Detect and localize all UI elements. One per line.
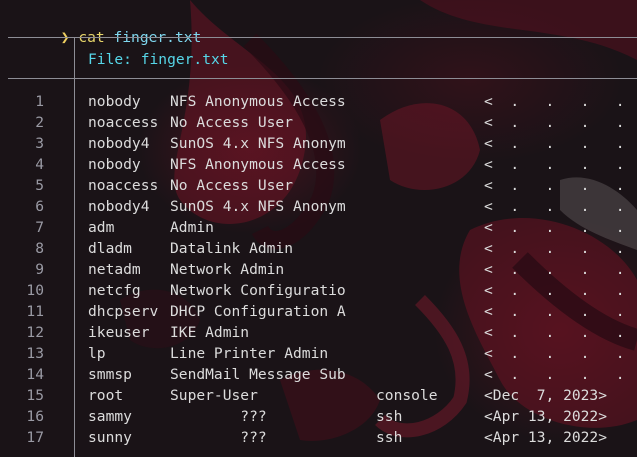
last-login: < . . . . . > [484,114,625,131]
login-name: lp [88,345,106,362]
line-number: 2 [35,114,44,131]
login-name: adm [88,219,115,236]
last-login: < . . . . . > [484,282,625,299]
full-name: No Access User [170,114,294,131]
full-name: Admin [170,219,214,236]
line-number: 14 [26,366,44,383]
file-line: 5 noaccess No Access User < . . . . . > [0,175,637,196]
file-line: 13 lp Line Printer Admin < . . . . . > [0,343,637,364]
last-login: < . . . . . > [484,345,625,362]
last-login: < . . . . . > [484,303,625,320]
file-line: 7 adm Admin < . . . . . > [0,217,637,238]
line-number: 11 [26,303,44,320]
file-line: 16 sammy ??? ssh <Apr 13, 2022> [0,406,637,427]
full-name: DHCP Configuration A [170,303,346,320]
login-name: nobody4 [88,135,150,152]
login-name: ikeuser [88,324,150,341]
tty-field: ssh [376,408,403,425]
line-number: 15 [26,387,44,404]
login-name: noaccess [88,177,159,194]
file-line: 9 netadm Network Admin < . . . . . > [0,259,637,280]
file-line: 17 sunny ??? ssh <Apr 13, 2022> [0,427,637,448]
full-name: Super-User [170,387,258,404]
full-name: NFS Anonymous Access [170,93,346,110]
last-login: < . . . . . > [484,240,625,257]
file-line: 2 noaccess No Access User < . . . . . > [0,112,637,133]
file-line: 15 root Super-User console <Dec 7, 2023> [0,385,637,406]
login-name: nobody [88,93,141,110]
login-name: nobody4 [88,198,150,215]
line-number: 6 [35,198,44,215]
line-number: 12 [26,324,44,341]
login-name: root [88,387,124,404]
last-login: < . . . . . > [484,93,625,110]
file-header: File: finger.txt [88,51,229,68]
last-login: < . . . . . > [484,156,625,173]
login-name: netadm [88,261,141,278]
full-name: SunOS 4.x NFS Anonym [170,135,346,152]
last-login: < . . . . . > [484,366,625,383]
line-number: 7 [35,219,44,236]
full-name: Line Printer Admin [170,345,329,362]
header-top-divider [8,37,637,38]
login-name: sammy [88,408,132,425]
file-line: 11 dhcpserv DHCP Configuration A < . . . . … [0,301,637,322]
file-line: 4 nobody NFS Anonymous Access < . . . . . > [0,154,637,175]
line-number: 17 [26,429,44,446]
full-name: Network Admin [170,261,285,278]
last-login: < . . . . . > [484,177,625,194]
line-number: 4 [35,156,44,173]
line-number: 9 [35,261,44,278]
login-name: smmsp [88,366,132,383]
file-line: 1 nobody NFS Anonymous Access < . . . . . > [0,91,637,112]
full-name: Network Configuratio [170,282,346,299]
file-line: 8 dladm Datalink Admin < . . . . . > [0,238,637,259]
login-name: sunny [88,429,132,446]
last-login: < . . . . . > [484,324,625,341]
terminal-window[interactable]: ❯ cat finger.txt File: finger.txt 1 nobod… [0,0,637,457]
tty-field: ssh [376,429,403,446]
last-login: <Dec 7, 2023> [484,387,608,404]
full-name: Datalink Admin [170,240,294,257]
file-line: 6 nobody4 SunOS 4.x NFS Anonym < . . . . . … [0,196,637,217]
file-line: 12 ikeuser IKE Admin < . . . . . > [0,322,637,343]
line-number: 1 [35,93,44,110]
file-content[interactable]: 1 nobody NFS Anonymous Access < . . . . . >… [0,91,637,448]
full-name: SunOS 4.x NFS Anonym [170,198,346,215]
file-line: 3 nobody4 SunOS 4.x NFS Anonym < . . . . . … [0,133,637,154]
full-name: ??? [170,408,267,425]
header-bottom-divider [8,78,637,79]
last-login: <Apr 13, 2022> [484,408,608,425]
line-number: 8 [35,240,44,257]
last-login: < . . . . . > [484,219,625,236]
full-name: IKE Admin [170,324,250,341]
file-line: 10 netcfg Network Configuratio < . . . . . … [0,280,637,301]
tty-field: console [376,387,438,404]
line-number: 5 [35,177,44,194]
full-name: ??? [170,429,267,446]
last-login: <Apr 13, 2022> [484,429,608,446]
login-name: dladm [88,240,132,257]
last-login: < . . . . . > [484,261,625,278]
line-number: 16 [26,408,44,425]
last-login: < . . . . . > [484,135,625,152]
file-line: 14 smmsp SendMail Message Sub < . . . . . > [0,364,637,385]
login-name: noaccess [88,114,159,131]
login-name: netcfg [88,282,141,299]
shell-prompt: ❯ cat finger.txt [8,8,202,46]
last-login: < . . . . . > [484,198,625,215]
line-number: 3 [35,135,44,152]
full-name: SendMail Message Sub [170,366,346,383]
full-name: No Access User [170,177,294,194]
login-name: dhcpserv [88,303,159,320]
login-name: nobody [88,156,141,173]
full-name: NFS Anonymous Access [170,156,346,173]
header-gutter-divider [74,37,75,78]
line-number: 13 [26,345,44,362]
line-number: 10 [26,282,44,299]
